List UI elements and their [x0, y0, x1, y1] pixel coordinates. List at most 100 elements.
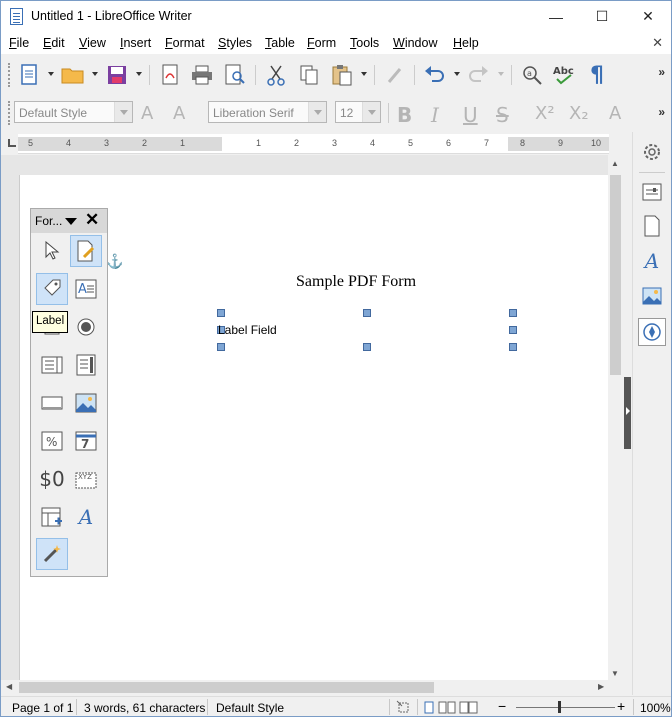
text-box-control-icon[interactable]: A: [70, 273, 102, 305]
book-view-icon[interactable]: [459, 701, 479, 716]
selection-handle[interactable]: [217, 309, 225, 317]
font-name-combo[interactable]: Liberation Serif: [208, 101, 327, 123]
strikethrough-icon[interactable]: S: [496, 103, 509, 127]
underline-icon[interactable]: U: [463, 103, 478, 127]
menu-help[interactable]: Help: [453, 36, 479, 50]
new-style-icon[interactable]: A: [173, 103, 185, 124]
chevron-down-icon[interactable]: [362, 102, 380, 122]
find-replace-icon[interactable]: a: [520, 63, 544, 87]
sidebar-collapse-handle[interactable]: [624, 377, 631, 449]
chevron-down-icon[interactable]: [114, 102, 132, 122]
select-pointer-icon[interactable]: [36, 235, 68, 267]
update-style-icon[interactable]: A: [141, 103, 153, 124]
toolbar-grip[interactable]: [8, 63, 11, 87]
selection-handle[interactable]: [509, 343, 517, 351]
word-count-status[interactable]: 3 words, 61 characters: [84, 701, 205, 715]
selection-handle[interactable]: [509, 326, 517, 334]
label-field-control[interactable]: Label Field: [218, 323, 277, 337]
sidebar-navigator-compass-icon[interactable]: [638, 318, 666, 346]
print-preview-icon[interactable]: [223, 63, 247, 87]
cut-icon[interactable]: [264, 63, 288, 87]
open-dropdown-arrow[interactable]: [92, 72, 98, 76]
horizontal-scrollbar[interactable]: ◀ ▶: [1, 680, 623, 695]
form-controls-close-icon[interactable]: ✕: [85, 210, 99, 230]
paragraph-style-combo[interactable]: Default Style: [14, 101, 133, 123]
zoom-level-status[interactable]: 100%: [640, 701, 671, 715]
page-count-status[interactable]: Page 1 of 1: [12, 701, 73, 715]
copy-icon[interactable]: [297, 63, 321, 87]
minimize-button[interactable]: —: [533, 1, 579, 32]
label-control-icon[interactable]: [36, 273, 68, 305]
export-pdf-icon[interactable]: [158, 63, 182, 87]
zoom-slider-knob[interactable]: [558, 701, 561, 713]
page-style-status[interactable]: Default Style: [216, 701, 284, 715]
paste-dropdown-arrow[interactable]: [361, 72, 367, 76]
spelling-icon[interactable]: Abc: [552, 63, 576, 87]
form-controls-titlebar[interactable]: For... ✕: [31, 209, 107, 233]
redo-dropdown-arrow[interactable]: [498, 72, 504, 76]
date-field-control-icon[interactable]: 7: [70, 425, 102, 457]
sidebar-styles-icon[interactable]: A: [641, 249, 663, 273]
menu-styles[interactable]: Styles: [218, 36, 252, 50]
scroll-right-icon[interactable]: ▶: [598, 682, 604, 691]
image-button-control-icon[interactable]: [70, 387, 102, 419]
sidebar-properties-icon[interactable]: [641, 181, 663, 203]
selection-mode-icon[interactable]: [396, 700, 410, 716]
undo-icon[interactable]: [422, 63, 446, 87]
design-mode-icon[interactable]: [70, 235, 102, 267]
menu-form[interactable]: Form: [307, 36, 336, 50]
toolbar-menu-arrow-icon[interactable]: [65, 218, 77, 225]
toolbar-grip[interactable]: [8, 101, 11, 125]
list-box-control-icon[interactable]: [36, 349, 68, 381]
option-button-control-icon[interactable]: [70, 311, 102, 343]
save-icon[interactable]: [105, 63, 129, 87]
close-document-icon[interactable]: ✕: [652, 35, 663, 51]
open-folder-icon[interactable]: [61, 63, 85, 87]
zoom-in-button[interactable]: +: [617, 698, 625, 714]
numeric-field-control-icon[interactable]: $0: [36, 463, 68, 495]
menu-tools[interactable]: Tools: [350, 36, 379, 50]
subscript-icon[interactable]: X₂: [569, 103, 589, 124]
selection-handle[interactable]: [217, 343, 225, 351]
table-control-icon[interactable]: [36, 501, 68, 533]
menu-edit[interactable]: Edit: [43, 36, 65, 50]
maximize-button[interactable]: ☐: [579, 1, 625, 32]
paste-icon[interactable]: [330, 63, 354, 87]
new-dropdown-arrow[interactable]: [48, 72, 54, 76]
close-button[interactable]: ✕: [625, 1, 671, 32]
combo-box-control-icon[interactable]: [70, 349, 102, 381]
zoom-out-button[interactable]: −: [498, 698, 506, 714]
pattern-field-control-icon[interactable]: XYZ: [70, 463, 102, 495]
font-work-icon[interactable]: A: [70, 501, 102, 533]
horizontal-ruler[interactable]: 5 4 3 2 1 1 2 3 4 5 6 7 8 9 10: [18, 134, 609, 154]
undo-dropdown-arrow[interactable]: [454, 72, 460, 76]
more-formatting-chevron-icon[interactable]: »: [658, 105, 665, 119]
more-toolbar-chevron-icon[interactable]: »: [658, 65, 665, 79]
chevron-down-icon[interactable]: [308, 102, 326, 122]
horizontal-scroll-thumb[interactable]: [19, 682, 434, 693]
formatting-marks-icon[interactable]: ¶: [585, 63, 609, 88]
print-icon[interactable]: [190, 63, 214, 87]
zoom-slider-track[interactable]: [516, 707, 615, 708]
vertical-scroll-thumb[interactable]: [610, 175, 621, 375]
scroll-left-icon[interactable]: ◀: [6, 682, 12, 691]
bold-icon[interactable]: B: [397, 103, 412, 127]
menu-table[interactable]: Table: [265, 36, 295, 50]
scroll-up-icon[interactable]: ▲: [611, 159, 619, 168]
font-size-combo[interactable]: 12: [335, 101, 381, 123]
scroll-down-icon[interactable]: ▼: [611, 669, 619, 678]
menu-window[interactable]: Window: [393, 36, 437, 50]
sidebar-settings-gear-icon[interactable]: [641, 141, 663, 163]
single-page-view-icon[interactable]: [424, 701, 434, 716]
selection-handle[interactable]: [363, 309, 371, 317]
superscript-icon[interactable]: X²: [535, 103, 555, 124]
multi-page-view-icon[interactable]: [438, 701, 456, 716]
menu-view[interactable]: View: [79, 36, 106, 50]
push-button-control-icon[interactable]: [36, 387, 68, 419]
redo-icon[interactable]: [467, 63, 491, 87]
new-document-icon[interactable]: [17, 63, 41, 87]
menu-file[interactable]: File: [9, 36, 29, 50]
menu-format[interactable]: Format: [165, 36, 205, 50]
vertical-scrollbar[interactable]: ▲ ▼: [608, 155, 623, 680]
clone-formatting-icon[interactable]: [383, 63, 407, 87]
